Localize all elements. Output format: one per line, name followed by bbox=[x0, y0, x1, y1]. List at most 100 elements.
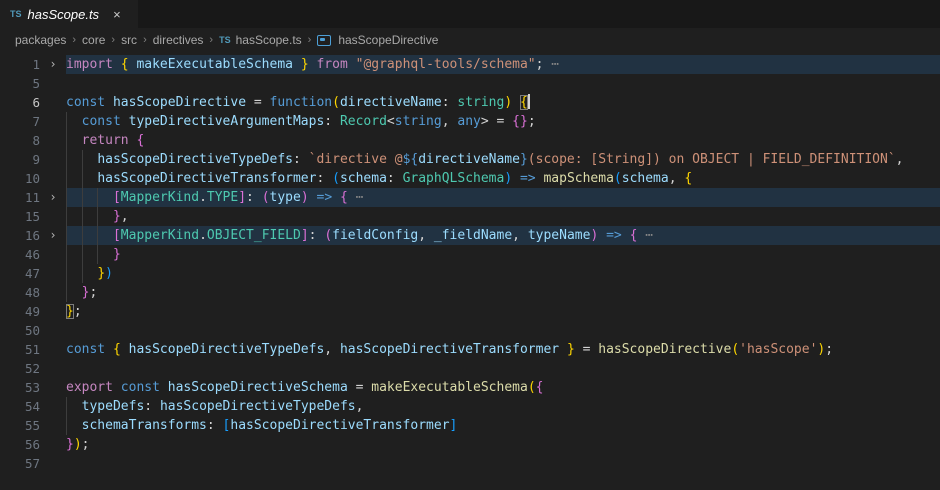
line-number[interactable]: 54 bbox=[0, 397, 40, 416]
code-token: => bbox=[606, 228, 622, 243]
line-number[interactable]: 11 bbox=[0, 188, 40, 207]
code-line[interactable]: 1›import { makeExecutableSchema } from "… bbox=[0, 55, 940, 74]
code-line[interactable]: 5 bbox=[0, 74, 940, 93]
code-content[interactable]: }; bbox=[66, 283, 940, 302]
breadcrumb-item-symbol[interactable]: hasScopeDirective bbox=[338, 33, 438, 47]
code-editor[interactable]: 1›import { makeExecutableSchema } from "… bbox=[0, 52, 940, 473]
code-content[interactable]: hasScopeDirectiveTransformer: (schema: G… bbox=[66, 169, 940, 188]
code-token: import bbox=[66, 57, 113, 72]
code-line[interactable]: 15 }, bbox=[0, 207, 940, 226]
code-line[interactable]: 47 }) bbox=[0, 264, 940, 283]
code-token: } bbox=[66, 304, 74, 319]
code-content[interactable]: }); bbox=[66, 435, 940, 454]
code-token: string bbox=[457, 95, 504, 110]
code-token: , bbox=[418, 228, 434, 243]
line-number[interactable]: 10 bbox=[0, 169, 40, 188]
code-line[interactable]: 53 export const hasScopeDirectiveSchema =… bbox=[0, 378, 940, 397]
code-line[interactable]: 11› [MapperKind.TYPE]: (type) => { ⋯ bbox=[0, 188, 940, 207]
breadcrumb-item-src[interactable]: src bbox=[121, 33, 137, 47]
line-number[interactable]: 53 bbox=[0, 378, 40, 397]
line-number[interactable]: 9 bbox=[0, 150, 40, 169]
code-content[interactable] bbox=[66, 454, 940, 473]
code-token: : bbox=[309, 228, 325, 243]
code-token bbox=[66, 209, 113, 224]
line-number[interactable]: 5 bbox=[0, 74, 40, 93]
code-content[interactable]: hasScopeDirectiveTypeDefs: `directive @$… bbox=[66, 150, 940, 169]
gutter: 16› bbox=[0, 226, 66, 245]
line-number[interactable]: 15 bbox=[0, 207, 40, 226]
line-number[interactable]: 1 bbox=[0, 55, 40, 74]
tab-hasscope[interactable]: TS hasScope.ts × bbox=[0, 0, 139, 28]
line-number[interactable]: 8 bbox=[0, 131, 40, 150]
code-line[interactable]: 46 } bbox=[0, 245, 940, 264]
breadcrumb-item-directives[interactable]: directives bbox=[153, 33, 204, 47]
code-token: ( bbox=[332, 95, 340, 110]
code-line[interactable]: 10 hasScopeDirectiveTransformer: (schema… bbox=[0, 169, 940, 188]
chevron-right-icon: › bbox=[110, 34, 116, 46]
code-content[interactable]: const hasScopeDirective = function(direc… bbox=[66, 93, 940, 112]
code-line[interactable]: 9 hasScopeDirectiveTypeDefs: `directive … bbox=[0, 150, 940, 169]
fold-chevron-icon[interactable]: › bbox=[40, 226, 66, 245]
line-number[interactable]: 47 bbox=[0, 264, 40, 283]
code-content[interactable]: return { bbox=[66, 131, 940, 150]
line-number[interactable]: 48 bbox=[0, 283, 40, 302]
breadcrumb-item-core[interactable]: core bbox=[82, 33, 105, 47]
code-line[interactable]: 54 typeDefs: hasScopeDirectiveTypeDefs, bbox=[0, 397, 940, 416]
code-line[interactable]: 7 const typeDirectiveArgumentMaps: Recor… bbox=[0, 112, 940, 131]
code-token: : bbox=[316, 171, 332, 186]
code-line[interactable]: 49}; bbox=[0, 302, 940, 321]
line-number[interactable]: 57 bbox=[0, 454, 40, 473]
line-number[interactable]: 50 bbox=[0, 321, 40, 340]
indent-guide bbox=[97, 245, 98, 264]
fold-chevron-icon[interactable]: › bbox=[40, 188, 66, 207]
gutter: 46 bbox=[0, 245, 66, 264]
indent-guide bbox=[66, 188, 67, 207]
line-number[interactable]: 51 bbox=[0, 340, 40, 359]
line-number[interactable]: 52 bbox=[0, 359, 40, 378]
fold-chevron-icon[interactable]: › bbox=[40, 55, 66, 74]
code-content[interactable]: }, bbox=[66, 207, 940, 226]
code-line[interactable]: 51 const { hasScopeDirectiveTypeDefs, has… bbox=[0, 340, 940, 359]
code-content[interactable] bbox=[66, 359, 940, 378]
code-content[interactable]: [MapperKind.TYPE]: (type) => { ⋯ bbox=[66, 188, 940, 207]
code-content[interactable]: [MapperKind.OBJECT_FIELD]: (fieldConfig,… bbox=[66, 226, 940, 245]
indent-guide bbox=[97, 188, 98, 207]
code-content[interactable]: const { hasScopeDirectiveTypeDefs, hasSc… bbox=[66, 340, 940, 359]
code-line[interactable]: 55 schemaTransforms: [hasScopeDirectiveT… bbox=[0, 416, 940, 435]
code-line[interactable]: 48 }; bbox=[0, 283, 940, 302]
breadcrumb-item-packages[interactable]: packages bbox=[15, 33, 66, 47]
code-content[interactable]: export const hasScopeDirectiveSchema = m… bbox=[66, 378, 940, 397]
code-line[interactable]: 52 bbox=[0, 359, 940, 378]
code-content[interactable]: import { makeExecutableSchema } from "@g… bbox=[66, 55, 940, 74]
code-content[interactable]: }; bbox=[66, 302, 940, 321]
line-number[interactable]: 6 bbox=[0, 93, 40, 112]
code-line[interactable]: 6 const hasScopeDirective = function(dire… bbox=[0, 93, 940, 112]
code-line[interactable]: 8 return { bbox=[0, 131, 940, 150]
code-content[interactable]: }) bbox=[66, 264, 940, 283]
code-content[interactable]: const typeDirectiveArgumentMaps: Record<… bbox=[66, 112, 940, 131]
breadcrumb-item-file[interactable]: hasScope.ts bbox=[236, 33, 302, 47]
code-lines: 1›import { makeExecutableSchema } from "… bbox=[0, 55, 940, 473]
line-number[interactable]: 49 bbox=[0, 302, 40, 321]
code-content[interactable] bbox=[66, 74, 940, 93]
code-content[interactable] bbox=[66, 321, 940, 340]
code-content[interactable]: schemaTransforms: [hasScopeDirectiveTran… bbox=[66, 416, 940, 435]
code-line[interactable]: 57 bbox=[0, 454, 940, 473]
close-icon[interactable]: × bbox=[113, 8, 121, 21]
code-line[interactable]: 50 bbox=[0, 321, 940, 340]
breadcrumb: packages › core › src › directives › TS … bbox=[0, 28, 940, 52]
code-content[interactable]: typeDefs: hasScopeDirectiveTypeDefs, bbox=[66, 397, 940, 416]
code-token: , bbox=[442, 114, 458, 129]
code-line[interactable]: 16› [MapperKind.OBJECT_FIELD]: (fieldCon… bbox=[0, 226, 940, 245]
line-number[interactable]: 46 bbox=[0, 245, 40, 264]
code-content[interactable]: } bbox=[66, 245, 940, 264]
line-number[interactable]: 56 bbox=[0, 435, 40, 454]
line-number[interactable]: 7 bbox=[0, 112, 40, 131]
line-number[interactable]: 16 bbox=[0, 226, 40, 245]
code-token: typeDefs bbox=[82, 399, 145, 414]
indent-guide bbox=[82, 150, 83, 169]
gutter: 8 bbox=[0, 131, 66, 150]
line-number[interactable]: 55 bbox=[0, 416, 40, 435]
code-token: fieldConfig bbox=[332, 228, 418, 243]
code-line[interactable]: 56}); bbox=[0, 435, 940, 454]
